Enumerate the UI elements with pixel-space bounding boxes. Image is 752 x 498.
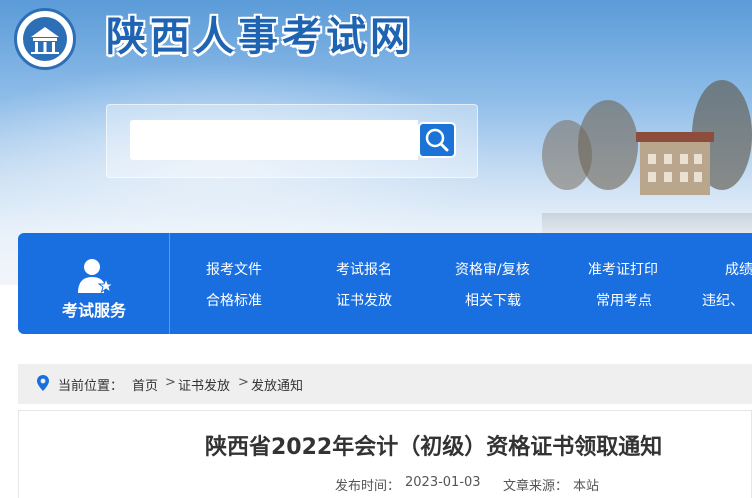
magnifier-icon	[425, 128, 449, 152]
breadcrumb-certificate-issuance[interactable]: 证书发放	[178, 375, 230, 394]
nav-link-certificate-issuance[interactable]: 证书发放	[336, 290, 392, 310]
nav-link-qualification-review[interactable]: 资格审/复核	[455, 259, 530, 279]
breadcrumb-home[interactable]: 首页	[132, 375, 158, 394]
nav-link-exam-registration[interactable]: 考试报名	[336, 259, 392, 279]
breadcrumb-separator: >	[165, 375, 176, 390]
search-input[interactable]	[130, 120, 418, 160]
exam-service-label: 考试服务	[61, 301, 126, 320]
nav-link-violations[interactable]: 违纪、	[702, 290, 744, 310]
nav-link-downloads[interactable]: 相关下载	[465, 290, 521, 310]
exam-service-block[interactable]: 考试服务	[18, 233, 170, 334]
nav-link-exam-documents[interactable]: 报考文件	[206, 259, 262, 279]
publish-label: 发布时间：	[335, 479, 401, 494]
exam-service-nav: 考试服务 报考文件 考试报名 资格审/复核 准考证打印 成绩 合格标准 证书发放…	[18, 233, 752, 334]
breadcrumb-prefix: 当前位置：	[58, 379, 124, 394]
shaanxi-gate-logo[interactable]	[14, 8, 76, 70]
breadcrumb-separator: >	[238, 375, 249, 390]
breadcrumb-issuance-notice[interactable]: 发放通知	[251, 375, 303, 394]
nav-link-scores[interactable]: 成绩	[725, 259, 752, 279]
nav-link-passing-standard[interactable]: 合格标准	[206, 290, 262, 310]
breadcrumb: 当前位置： 首页 > 证书发放 > 发放通知	[18, 364, 752, 404]
search-button[interactable]	[418, 122, 456, 158]
nav-link-exam-sites[interactable]: 常用考点	[596, 290, 652, 310]
nav-link-admission-ticket-print[interactable]: 准考证打印	[588, 259, 658, 279]
article-source: 本站	[573, 479, 600, 494]
campus-scene-image	[542, 80, 752, 235]
location-pin-icon	[37, 375, 49, 391]
article-title: 陕西省2022年会计（初级）资格证书领取通知	[205, 435, 663, 460]
person-star-icon	[78, 259, 114, 294]
source-label: 文章来源：	[503, 479, 569, 494]
article-container: 陕西省2022年会计（初级）资格证书领取通知 发布时间： 2023-01-03 …	[18, 410, 752, 498]
gate-icon	[31, 27, 59, 54]
site-title[interactable]: 陕西人事考试网	[106, 8, 414, 66]
publish-date: 2023-01-03	[405, 475, 481, 490]
